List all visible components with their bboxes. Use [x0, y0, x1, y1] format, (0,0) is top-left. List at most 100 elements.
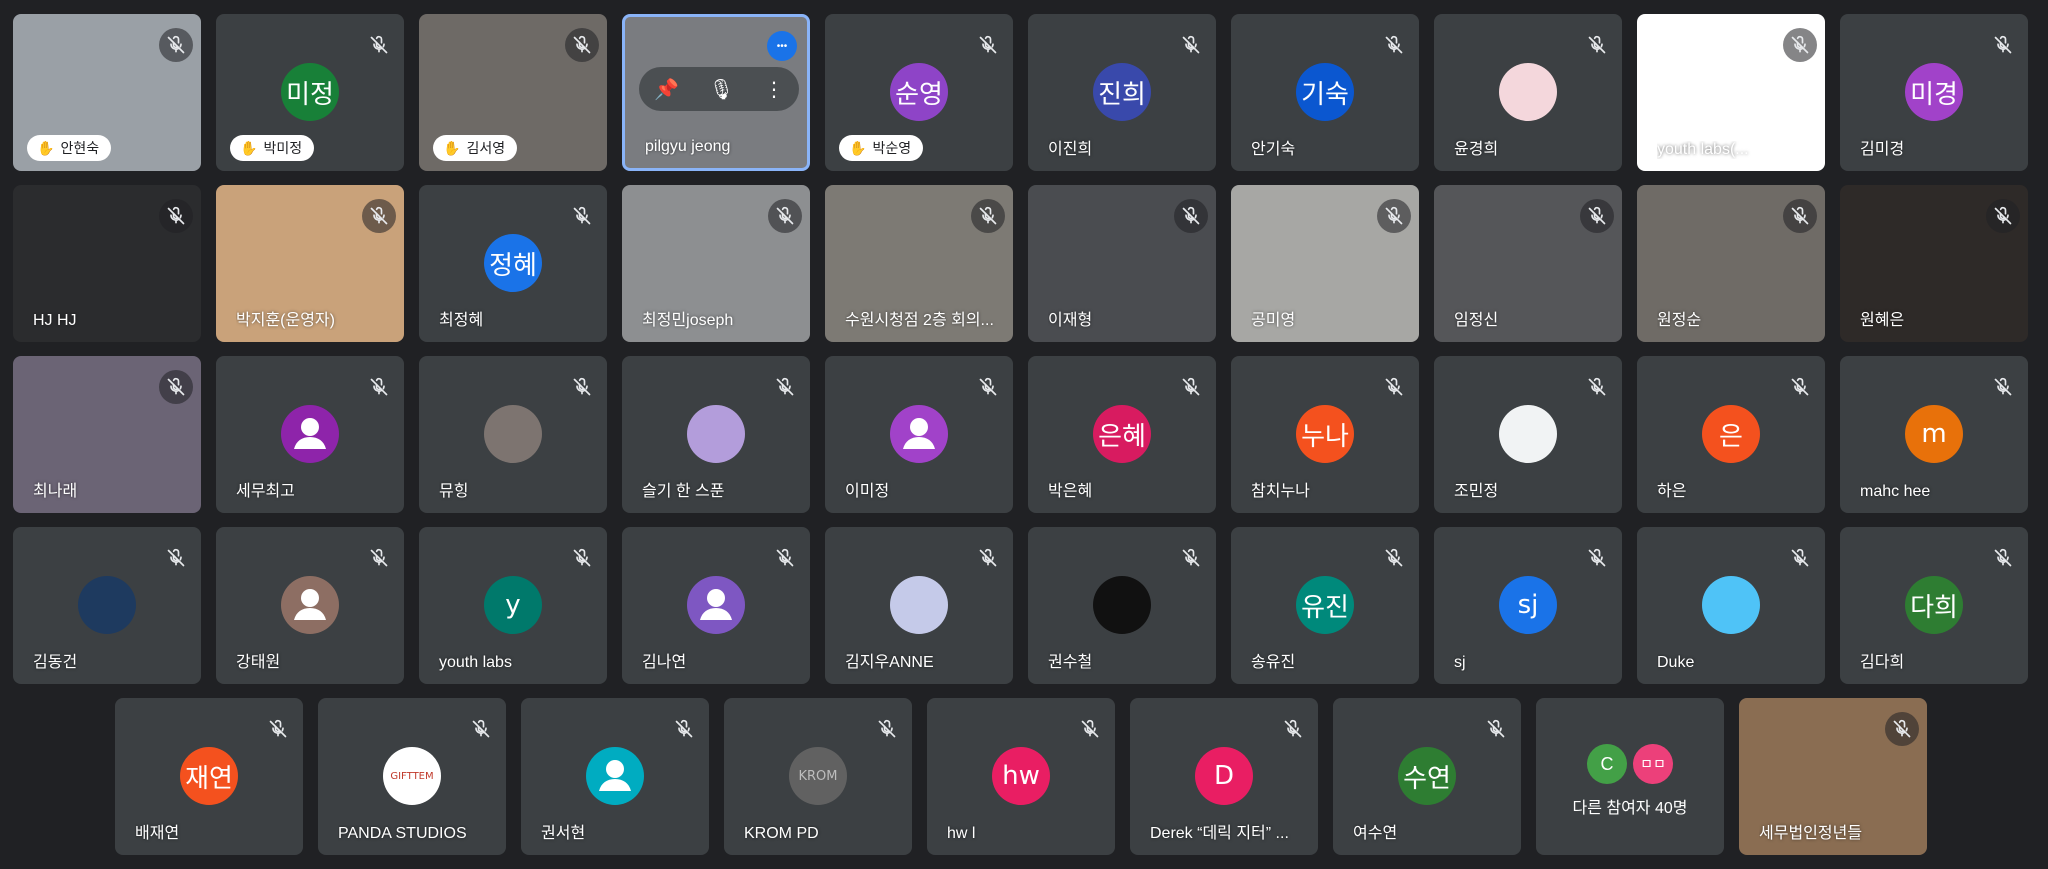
participant-name: 여수연: [1353, 825, 1398, 842]
participant-tile[interactable]: GIFTTEM PANDA STUDIOS: [318, 698, 506, 855]
avatar: [78, 576, 136, 634]
participant-tile[interactable]: 수연 여수연: [1333, 698, 1521, 855]
participant-tile[interactable]: 진희 이진희: [1028, 14, 1216, 171]
avatar: 재연: [180, 747, 238, 805]
participant-name: KROM PD: [744, 825, 819, 842]
avatar: m: [1905, 405, 1963, 463]
participant-tile[interactable]: ✋ 안현숙: [13, 14, 201, 171]
avatar: y: [484, 576, 542, 634]
mic-muted-icon: [565, 541, 599, 575]
mic-muted-icon: [362, 28, 396, 62]
participant-tile[interactable]: C ㅁㅁ 다른 참여자 40명: [1536, 698, 1724, 855]
participant-tile[interactable]: 뮤힝: [419, 356, 607, 513]
mic-muted-icon: [565, 28, 599, 62]
participant-name: 박미정: [263, 140, 303, 156]
mic-muted-icon: [971, 28, 1005, 62]
participant-tile[interactable]: 원혜은: [1840, 185, 2028, 342]
participant-tile[interactable]: 은혜박은혜: [1028, 356, 1216, 513]
participant-tile[interactable]: 김지우ANNE: [825, 527, 1013, 684]
participant-tile[interactable]: 권수철: [1028, 527, 1216, 684]
mic-muted-icon: [1783, 28, 1817, 62]
mic-muted-icon: [1174, 199, 1208, 233]
participant-name: 세무최고: [236, 483, 295, 500]
mic-muted-icon: [1986, 199, 2020, 233]
participant-tile[interactable]: HJ HJ: [13, 185, 201, 342]
mic-muted-icon: [159, 28, 193, 62]
participant-name: 박은혜: [1048, 483, 1093, 500]
mic-muted-icon: [1885, 712, 1919, 746]
raised-hand-badge: ✋ 박순영: [839, 135, 924, 161]
participant-name: 김미경: [1860, 141, 1905, 158]
participant-name: youth labs(...: [1657, 141, 1749, 158]
participant-tile[interactable]: 강태원: [216, 527, 404, 684]
participant-tile[interactable]: 이재형: [1028, 185, 1216, 342]
avatar: [890, 405, 948, 463]
participant-tile[interactable]: 은 하은: [1637, 356, 1825, 513]
participant-tile[interactable]: 미경 김미경: [1840, 14, 2028, 171]
participant-tile[interactable]: 김동건: [13, 527, 201, 684]
participant-name: 권수철: [1048, 654, 1093, 671]
mic-muted-icon: [261, 712, 295, 746]
participant-name: 참치누나: [1251, 483, 1310, 500]
participant-tile[interactable]: 원정순: [1637, 185, 1825, 342]
mic-muted-icon: [1986, 370, 2020, 404]
mic-muted-icon: [1580, 541, 1614, 575]
participant-name: 이진희: [1048, 141, 1093, 158]
participant-tile[interactable]: m mahc hee: [1840, 356, 2028, 513]
avatar: 누나: [1296, 405, 1354, 463]
mic-muted-icon: [362, 541, 396, 575]
mic-muted-icon: [1174, 28, 1208, 62]
participant-tile[interactable]: 윤경희: [1434, 14, 1622, 171]
participant-tile[interactable]: 최나래: [13, 356, 201, 513]
participant-tile[interactable]: 최정민joseph: [622, 185, 810, 342]
participant-tile[interactable]: 순영 ✋ 박순영: [825, 14, 1013, 171]
pin-icon[interactable]: 📌: [654, 77, 679, 102]
participant-tile[interactable]: sj sj: [1434, 527, 1622, 684]
participant-tile[interactable]: 정혜 최정혜: [419, 185, 607, 342]
hand-icon: ✋: [240, 139, 258, 156]
mic-muted-icon: [159, 199, 193, 233]
avatar: [281, 576, 339, 634]
mic-muted-icon: [159, 541, 193, 575]
participant-tile[interactable]: 수원시청점 2층 회의...: [825, 185, 1013, 342]
participant-tile[interactable]: 임정신: [1434, 185, 1622, 342]
hand-icon: ✋: [37, 139, 55, 156]
participant-tile[interactable]: 슬기 한 스푼: [622, 356, 810, 513]
avatar: 은혜: [1093, 405, 1151, 463]
participant-tile[interactable]: 미정 ✋ 박미정: [216, 14, 404, 171]
more-vert-icon[interactable]: ⋮: [764, 77, 784, 102]
mic-icon[interactable]: 🎙: [709, 77, 734, 102]
participant-tile[interactable]: 기숙 안기숙: [1231, 14, 1419, 171]
participant-name: 이재형: [1048, 312, 1093, 329]
participant-tile[interactable]: KROM KROM PD: [724, 698, 912, 855]
participant-tile[interactable]: 세무최고: [216, 356, 404, 513]
participant-tile[interactable]: Duke: [1637, 527, 1825, 684]
mic-muted-icon: [1377, 370, 1411, 404]
participant-tile[interactable]: 다희 김다희: [1840, 527, 2028, 684]
participant-name: 김서영: [466, 140, 506, 156]
participant-tile[interactable]: youth labs(...: [1637, 14, 1825, 171]
mic-muted-icon: [1377, 199, 1411, 233]
avatar: [1093, 576, 1151, 634]
participant-name: 송유진: [1251, 654, 1296, 671]
participant-tile[interactable]: 박지훈(운영자): [216, 185, 404, 342]
participant-name: 조민정: [1454, 483, 1499, 500]
mic-muted-icon: [1986, 28, 2020, 62]
participant-tile[interactable]: 공미영: [1231, 185, 1419, 342]
participant-tile[interactable]: ••• 📌 🎙 ⋮ pilgyu jeong: [622, 14, 810, 171]
participant-tile[interactable]: 이미정: [825, 356, 1013, 513]
avatar: 순영: [890, 63, 948, 121]
participant-tile[interactable]: 재연 배재연: [115, 698, 303, 855]
participant-tile[interactable]: 조민정: [1434, 356, 1622, 513]
participant-tile[interactable]: 김나연: [622, 527, 810, 684]
participant-tile[interactable]: y youth labs: [419, 527, 607, 684]
participant-tile[interactable]: D Derek “데릭 지터” ...: [1130, 698, 1318, 855]
participant-tile[interactable]: 누나참치누나: [1231, 356, 1419, 513]
participant-tile[interactable]: 유진 송유진: [1231, 527, 1419, 684]
participant-tile[interactable]: 권서현: [521, 698, 709, 855]
participant-tile[interactable]: hw hw l: [927, 698, 1115, 855]
mic-muted-icon: [362, 199, 396, 233]
participant-tile[interactable]: 세무법인정년들: [1739, 698, 1927, 855]
more-options-icon[interactable]: •••: [767, 31, 797, 61]
participant-tile[interactable]: ✋ 김서영: [419, 14, 607, 171]
